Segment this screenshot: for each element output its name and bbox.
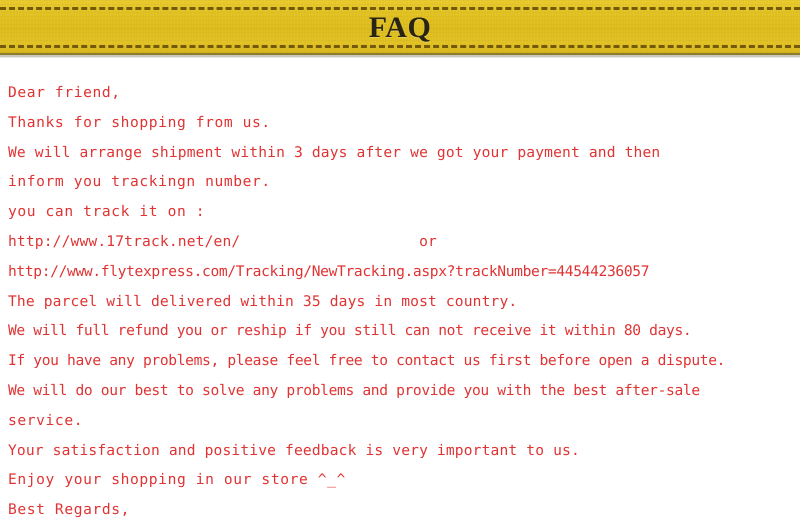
- faq-line: Enjoy your shopping in our store ^_^: [8, 471, 346, 489]
- faq-line: We will arrange shipment within 3 days a…: [8, 143, 661, 161]
- faq-line: Your satisfaction and positive feedback …: [8, 441, 580, 459]
- faq-text-block: Dear friend, Thanks for shopping from us.…: [0, 58, 800, 526]
- faq-line: inform you trackingn number.: [8, 173, 271, 191]
- faq-line: http://www.flytexpress.com/Tracking/NewT…: [8, 262, 650, 280]
- faq-line: http://www.17track.net/en/ or: [8, 232, 437, 250]
- banner-stitch-top: [0, 7, 800, 10]
- faq-banner: FAQ: [0, 0, 800, 58]
- faq-line: Best Regards,: [8, 501, 131, 519]
- page-title: FAQ: [368, 11, 432, 44]
- faq-line: service.: [8, 411, 84, 429]
- faq-line: We will full refund you or reship if you…: [8, 322, 692, 340]
- faq-line: Thanks for shopping from us.: [8, 113, 271, 131]
- banner-stitch-bottom: [0, 45, 800, 48]
- faq-line: Dear friend,: [8, 84, 121, 101]
- faq-line: We will do our best to solve any problem…: [8, 381, 700, 399]
- faq-line: If you have any problems, please feel fr…: [8, 352, 726, 370]
- faq-line: you can track it on :: [8, 203, 206, 221]
- faq-line: The parcel will delivered within 35 days…: [8, 292, 518, 310]
